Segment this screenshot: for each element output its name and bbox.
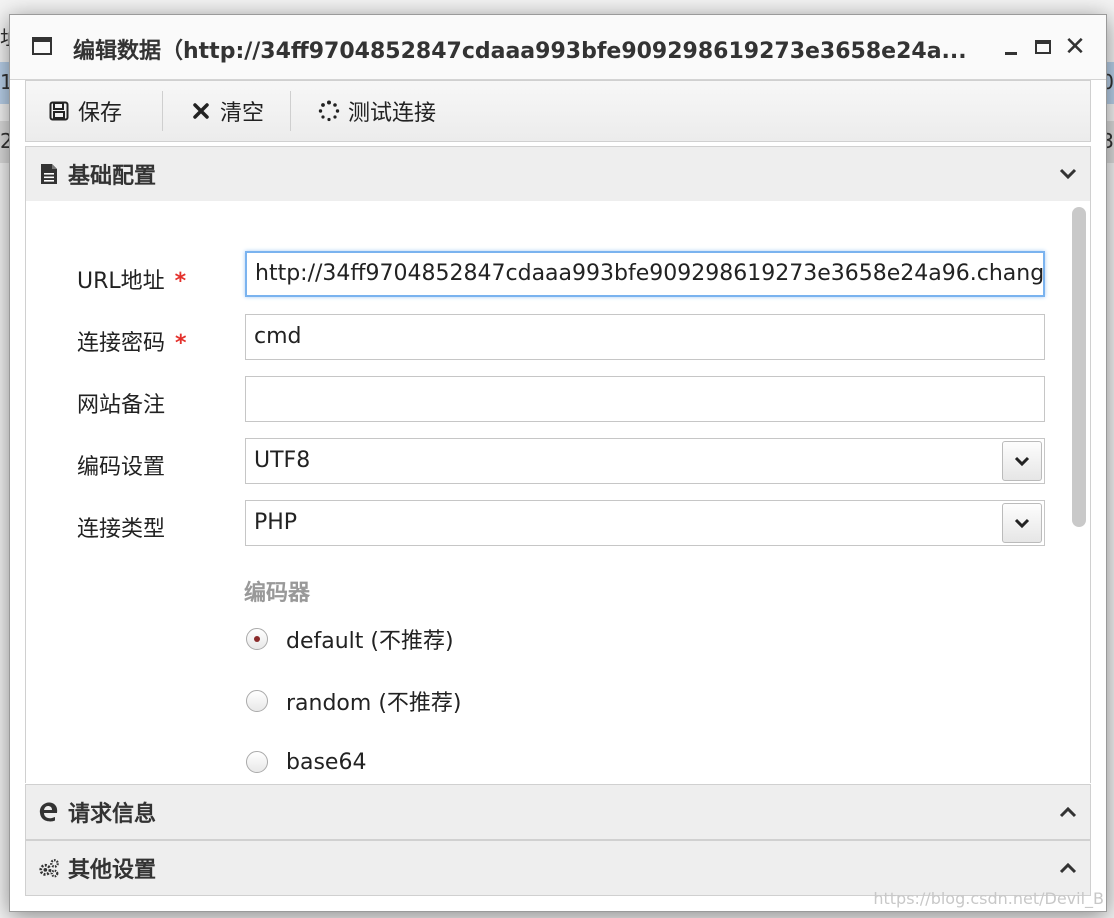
close-icon xyxy=(190,100,212,122)
window-icon xyxy=(32,37,52,55)
edit-data-dialog: 编辑数据（http://34ff9704852847cdaaa993bfe909… xyxy=(9,14,1107,912)
password-input[interactable]: cmd xyxy=(245,314,1045,360)
panel-basic-config-title: 基础配置 xyxy=(68,164,157,189)
encoding-label: 编码设置 xyxy=(77,455,166,480)
panel-request-info-title: 请求信息 xyxy=(68,802,157,827)
toolbar-divider xyxy=(162,91,163,131)
gears-icon xyxy=(38,857,60,879)
chevron-down-icon[interactable] xyxy=(1002,503,1042,543)
encoder-option-label: random (不推荐) xyxy=(286,691,462,716)
url-label-text: URL地址 xyxy=(77,269,165,294)
encoder-option-default[interactable]: default (不推荐) xyxy=(246,624,454,654)
url-label: URL地址 * xyxy=(77,263,186,295)
password-label-text: 连接密码 xyxy=(77,331,166,356)
maximize-button[interactable] xyxy=(1032,35,1056,59)
type-label: 连接类型 xyxy=(77,517,166,542)
save-icon xyxy=(48,100,70,122)
spinner-icon xyxy=(318,100,340,122)
dialog-title: 编辑数据（http://34ff9704852847cdaaa993bfe909… xyxy=(73,39,967,64)
chevron-down-icon[interactable] xyxy=(1002,441,1042,481)
chevron-up-icon xyxy=(1058,802,1078,822)
panel-other-settings-header[interactable]: 其他设置 xyxy=(25,840,1091,896)
encoding-select-value: UTF8 xyxy=(254,448,311,473)
required-mark: * xyxy=(174,269,187,294)
close-button[interactable]: ✕ xyxy=(1063,34,1087,60)
required-mark: * xyxy=(175,331,187,356)
encoder-option-label: base64 xyxy=(286,749,367,775)
encoding-select[interactable]: UTF8 xyxy=(245,438,1045,484)
chevron-up-icon xyxy=(1058,858,1078,878)
note-label: 网站备注 xyxy=(77,393,166,418)
panel-basic-config-header[interactable]: 基础配置 xyxy=(25,146,1091,202)
clear-button[interactable]: 清空 xyxy=(190,81,264,141)
form-scrollbar[interactable] xyxy=(1072,207,1086,527)
edge-icon xyxy=(38,801,60,823)
encoder-option-base64[interactable]: base64 xyxy=(246,747,366,777)
url-input[interactable]: http://34ff9704852847cdaaa993bfe90929861… xyxy=(245,251,1045,297)
type-select-value: PHP xyxy=(254,510,298,535)
dialog-titlebar[interactable]: 编辑数据（http://34ff9704852847cdaaa993bfe909… xyxy=(10,15,1106,80)
document-icon xyxy=(38,163,60,185)
test-connection-label: 测试连接 xyxy=(348,101,437,126)
type-select[interactable]: PHP xyxy=(245,500,1045,546)
dialog-toolbar: 保存 清空 测试连接 xyxy=(25,80,1091,142)
watermark-text: https://blog.csdn.net/Devil_B xyxy=(873,889,1104,908)
radio-button[interactable] xyxy=(246,690,268,712)
panel-other-settings-title: 其他设置 xyxy=(68,858,157,883)
toolbar-divider xyxy=(290,91,291,131)
radio-button[interactable] xyxy=(246,628,268,650)
password-label: 连接密码 * xyxy=(77,325,187,357)
test-connection-button[interactable]: 测试连接 xyxy=(318,81,436,141)
encoder-option-random[interactable]: random (不推荐) xyxy=(246,686,462,716)
minimize-button[interactable] xyxy=(1000,35,1024,59)
save-label: 保存 xyxy=(78,101,123,126)
radio-button[interactable] xyxy=(246,751,268,773)
panel-request-info-header[interactable]: 请求信息 xyxy=(25,784,1091,840)
note-input[interactable] xyxy=(245,376,1045,422)
save-button[interactable]: 保存 xyxy=(48,81,122,141)
encoder-label: 编码器 xyxy=(244,581,311,606)
basic-config-form: URL地址 * http://34ff9704852847cdaaa993bfe9… xyxy=(25,201,1091,783)
chevron-down-icon xyxy=(1058,164,1078,184)
encoder-option-label: default (不推荐) xyxy=(286,629,454,654)
clear-label: 清空 xyxy=(220,101,265,126)
